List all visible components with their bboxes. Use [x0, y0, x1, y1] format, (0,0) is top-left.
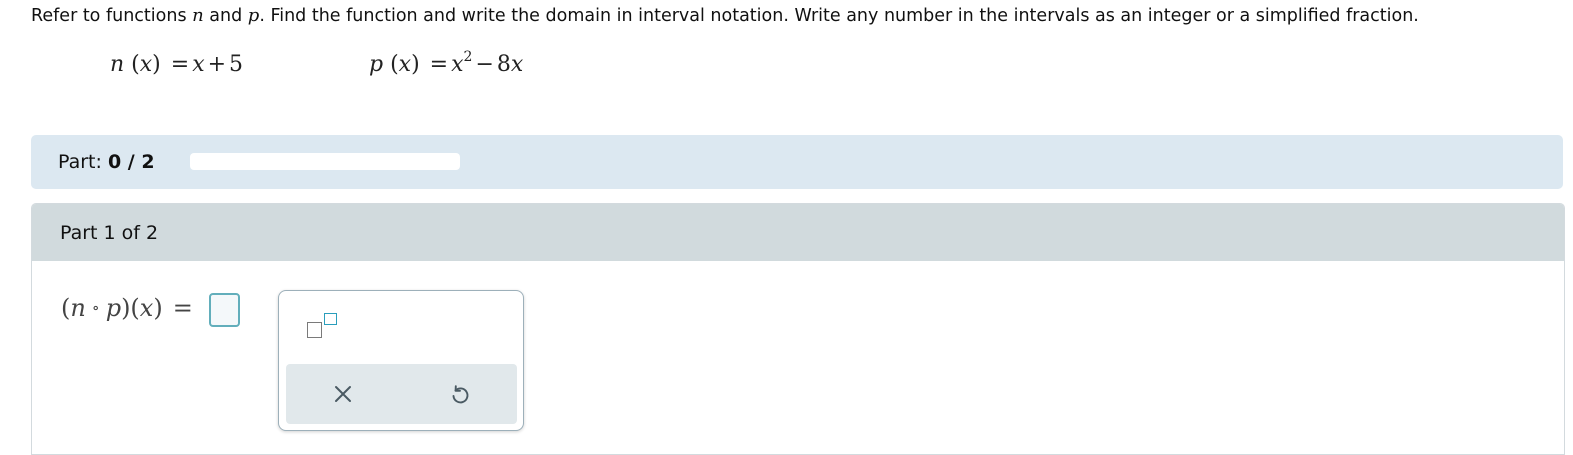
part-progress-bar: Part: 0 / 2: [31, 135, 1563, 189]
function-p-symbol: p: [247, 5, 260, 26]
instruction-prefix: Refer to functions: [31, 6, 193, 26]
part-progress-label: Part: 0 / 2: [58, 151, 155, 173]
answer-input[interactable]: [209, 293, 240, 327]
function-n-definition: n (x) = x +5: [110, 52, 244, 77]
exponent-power-box: [324, 313, 337, 325]
clear-icon[interactable]: [329, 380, 357, 408]
instruction-suffix: . Find the function and write the domain…: [259, 6, 1419, 26]
part-1-title: Part 1 of 2: [60, 222, 159, 244]
instruction-and: and: [203, 6, 248, 26]
math-keypad: [278, 290, 524, 431]
part-1-header: Part 1 of 2: [32, 204, 1564, 261]
part-1-card: Part 1 of 2: [31, 203, 1565, 455]
progress-track: [190, 153, 460, 170]
instructions-text: Refer to functions n and p. Find the fun…: [31, 4, 1551, 28]
part-progress-value: 0 / 2: [107, 151, 155, 173]
composition-expression: (n ∘ p)(x) =: [61, 294, 193, 322]
exponent-icon[interactable]: [303, 307, 343, 347]
function-p-definition: p (x) = x2−8x: [369, 49, 524, 77]
exponent-base-box: [307, 322, 322, 338]
undo-icon[interactable]: [446, 380, 474, 408]
keypad-actions-bar: [286, 364, 517, 424]
function-n-symbol: n: [192, 5, 204, 26]
